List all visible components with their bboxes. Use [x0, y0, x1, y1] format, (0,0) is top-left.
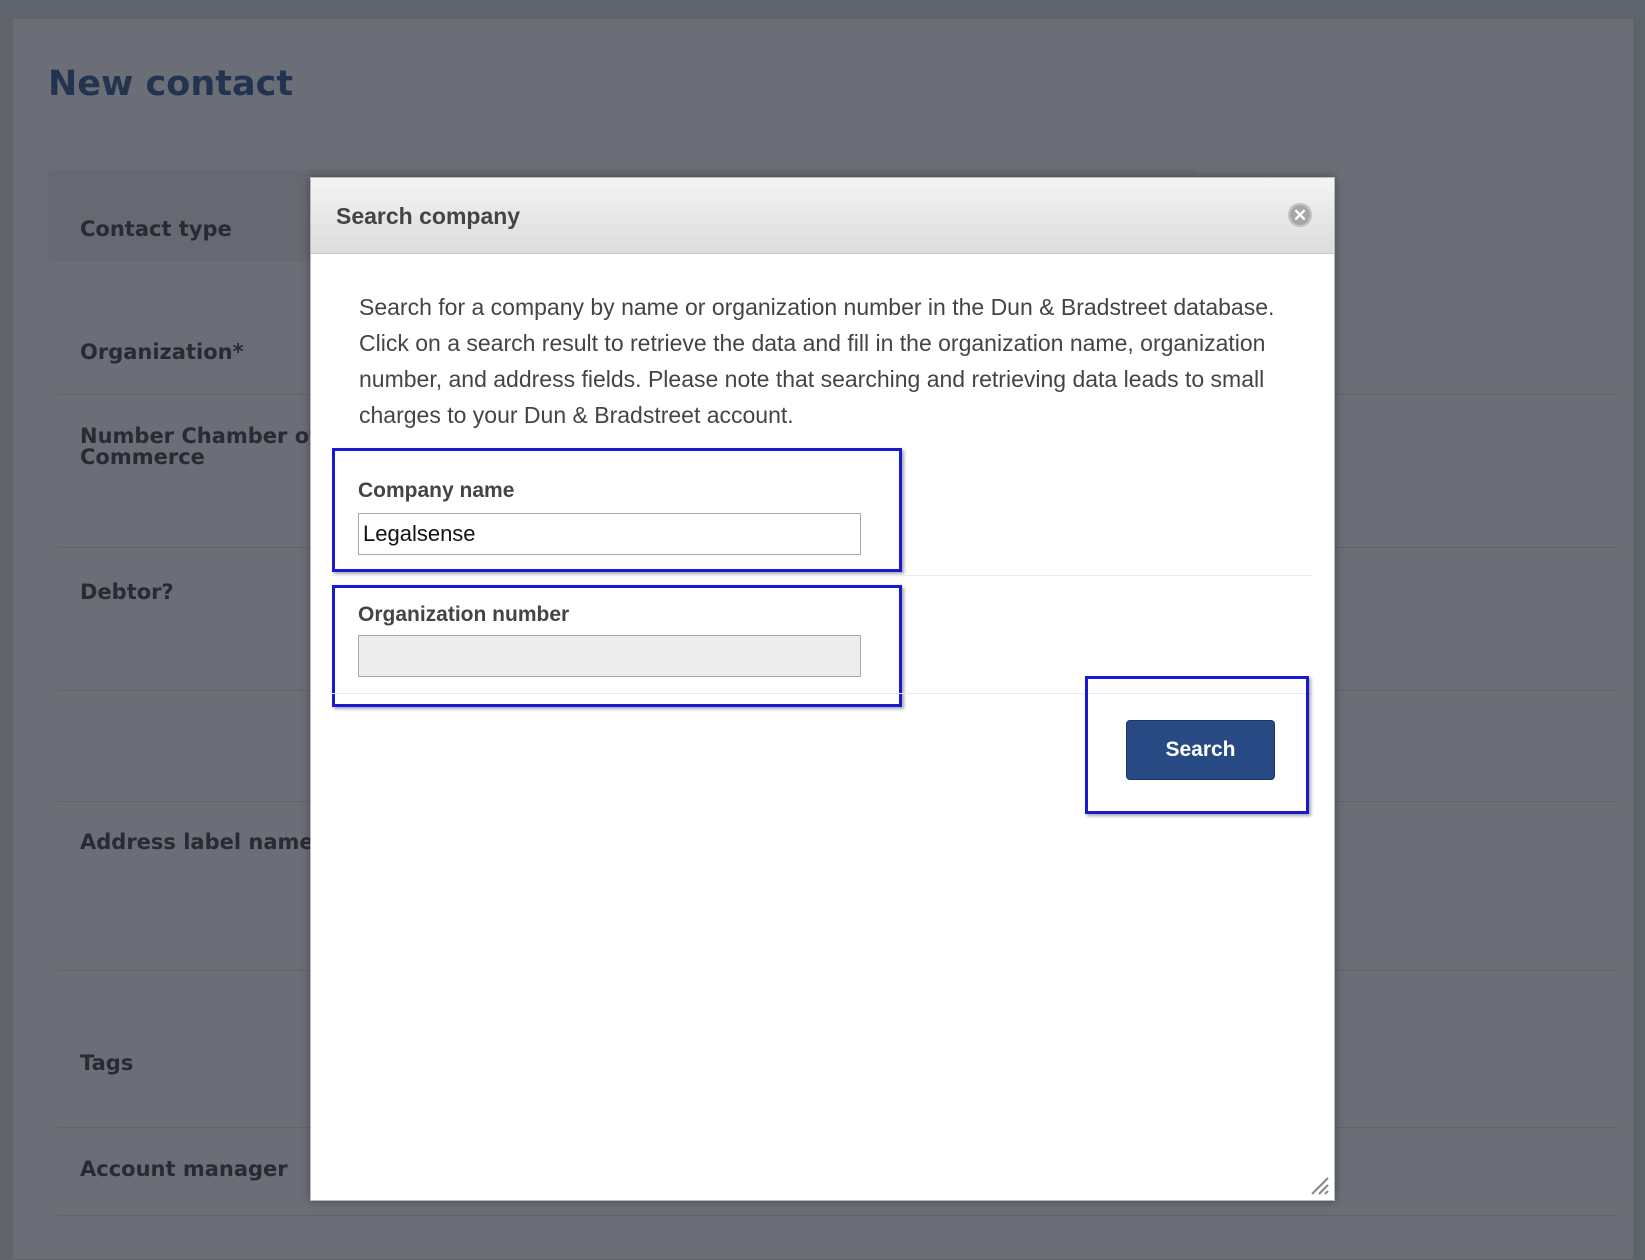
field-label-address-label-name: Address label name [80, 830, 314, 854]
page-title: New contact [48, 64, 294, 104]
search-button[interactable]: Search [1126, 720, 1275, 780]
field-label-contact-type: Contact type [80, 217, 232, 241]
dialog-description: Search for a company by name or organiza… [359, 294, 1275, 428]
resize-handle-icon[interactable] [1308, 1174, 1330, 1196]
search-company-dialog: Search company ✕ Search for a company by… [310, 177, 1335, 1201]
organization-number-label: Organization number [358, 603, 570, 626]
field-label-account-manager: Account manager [80, 1157, 288, 1181]
company-name-group: Company name [332, 448, 902, 572]
company-name-input[interactable] [358, 513, 861, 555]
organization-number-group: Organization number [332, 585, 902, 707]
divider [332, 575, 1312, 576]
field-label-organization: Organization* [80, 340, 244, 364]
close-icon[interactable]: ✕ [1288, 203, 1312, 227]
field-label-tags: Tags [80, 1051, 134, 1075]
dialog-header[interactable]: Search company ✕ [311, 178, 1334, 254]
organization-number-input[interactable] [358, 635, 861, 677]
field-label-debtor: Debtor? [80, 580, 174, 604]
dialog-title: Search company [336, 203, 521, 229]
company-name-label: Company name [358, 479, 515, 502]
separator [58, 1215, 1618, 1216]
